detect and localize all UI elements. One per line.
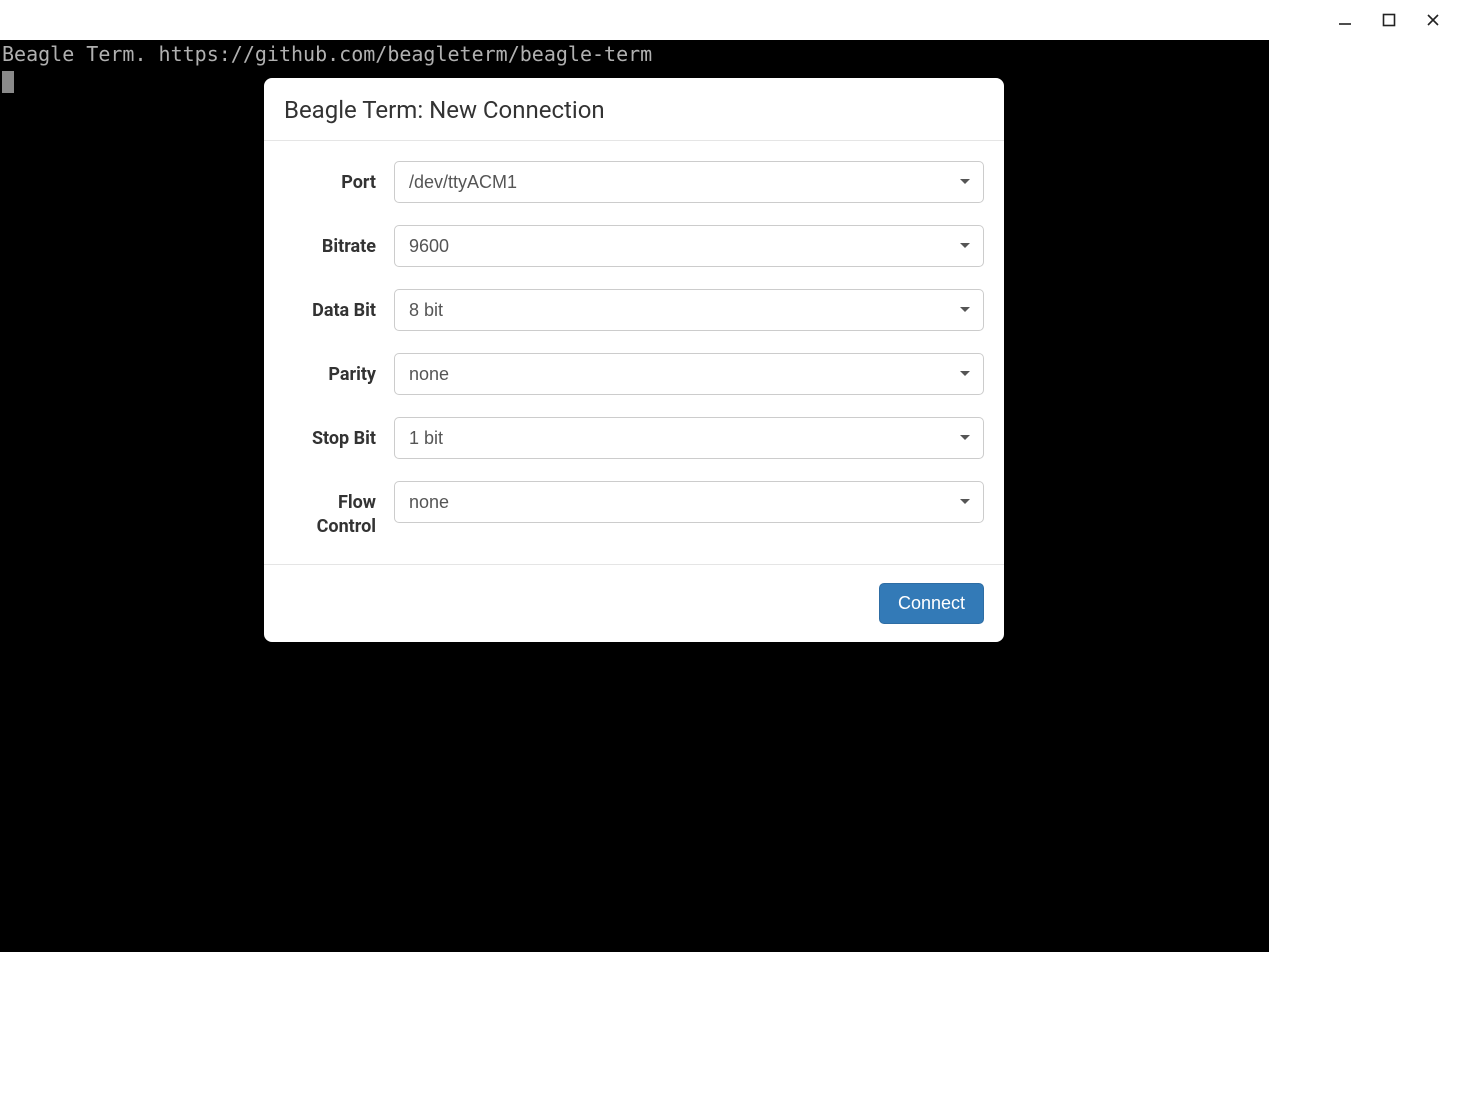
port-select[interactable]: /dev/ttyACM1 bbox=[394, 161, 984, 203]
field-row-flowcontrol: Flow Control none bbox=[284, 481, 984, 540]
field-row-parity: Parity none bbox=[284, 353, 984, 395]
dialog-footer: Connect bbox=[264, 564, 1004, 642]
connect-button[interactable]: Connect bbox=[879, 583, 984, 624]
bitrate-select[interactable]: 9600 bbox=[394, 225, 984, 267]
maximize-button[interactable] bbox=[1369, 4, 1409, 36]
minimize-icon bbox=[1338, 13, 1352, 27]
dialog-header: Beagle Term: New Connection bbox=[264, 78, 1004, 141]
bitrate-label: Bitrate bbox=[284, 225, 394, 259]
parity-label: Parity bbox=[284, 353, 394, 387]
terminal-cursor bbox=[2, 71, 14, 93]
maximize-icon bbox=[1382, 13, 1396, 27]
dialog-body: Port /dev/ttyACM1 Bitrate 9600 Data Bit … bbox=[264, 141, 1004, 564]
dialog-title: Beagle Term: New Connection bbox=[284, 96, 984, 124]
stopbit-select[interactable]: 1 bit bbox=[394, 417, 984, 459]
field-row-bitrate: Bitrate 9600 bbox=[284, 225, 984, 267]
port-label: Port bbox=[284, 161, 394, 195]
field-row-databit: Data Bit 8 bit bbox=[284, 289, 984, 331]
terminal-banner: Beagle Term. https://github.com/beaglete… bbox=[0, 40, 1457, 69]
stopbit-label: Stop Bit bbox=[284, 417, 394, 451]
close-icon bbox=[1426, 13, 1440, 27]
close-button[interactable] bbox=[1413, 4, 1453, 36]
parity-select[interactable]: none bbox=[394, 353, 984, 395]
databit-select[interactable]: 8 bit bbox=[394, 289, 984, 331]
window-titlebar bbox=[0, 0, 1457, 40]
bottom-blank-panel bbox=[0, 952, 1457, 1093]
flowcontrol-select[interactable]: none bbox=[394, 481, 984, 523]
field-row-port: Port /dev/ttyACM1 bbox=[284, 161, 984, 203]
new-connection-dialog: Beagle Term: New Connection Port /dev/tt… bbox=[264, 78, 1004, 642]
minimize-button[interactable] bbox=[1325, 4, 1365, 36]
databit-label: Data Bit bbox=[284, 289, 394, 323]
flowcontrol-label: Flow Control bbox=[284, 481, 394, 540]
right-blank-panel bbox=[1269, 40, 1457, 1093]
field-row-stopbit: Stop Bit 1 bit bbox=[284, 417, 984, 459]
